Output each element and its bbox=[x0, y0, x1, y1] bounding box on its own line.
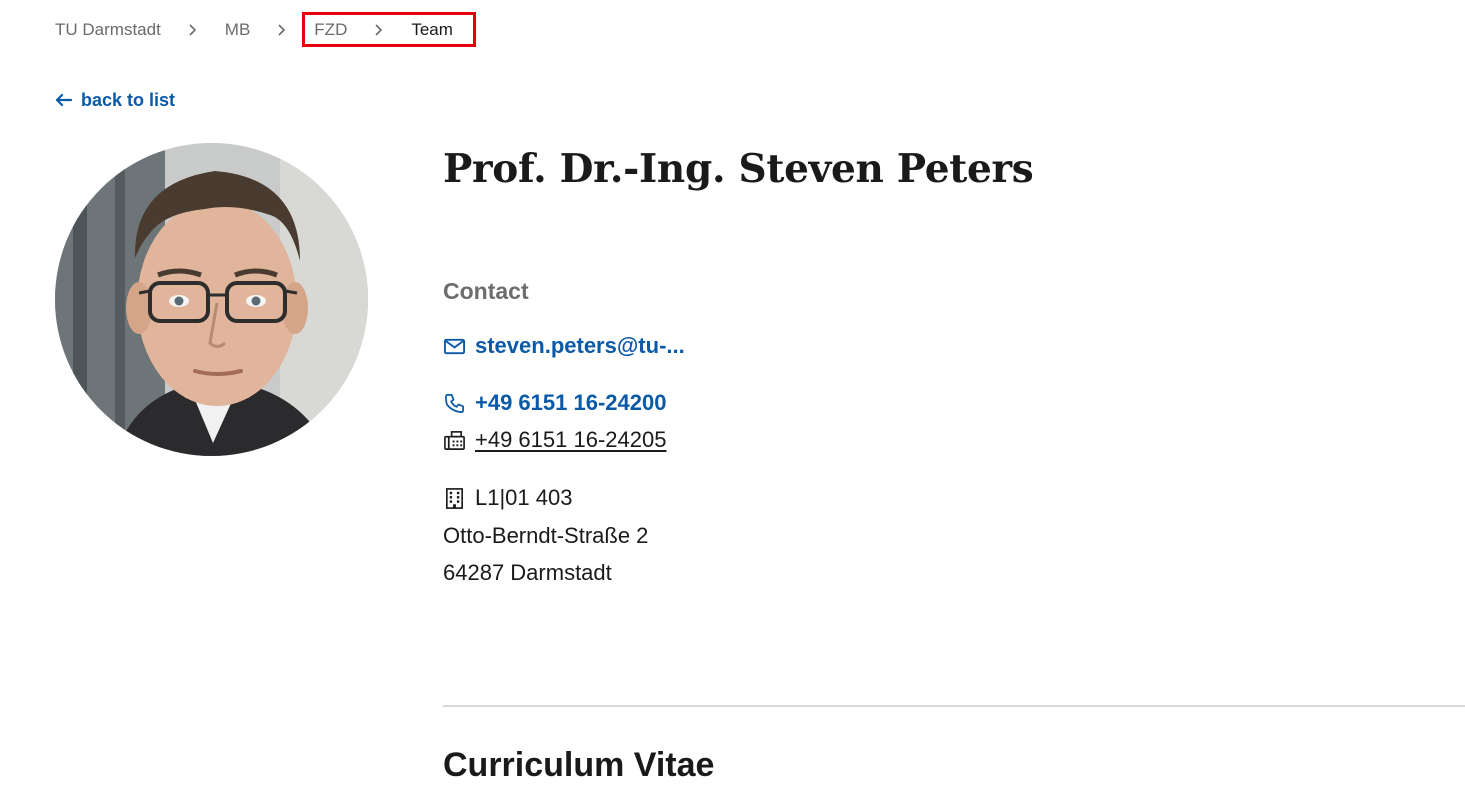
room-number: L1|01 403 bbox=[475, 485, 573, 510]
chevron-right-icon bbox=[250, 24, 314, 36]
breadcrumb-item-fzd[interactable]: FZD bbox=[314, 20, 347, 40]
phone-icon bbox=[445, 393, 464, 413]
fax-row: +49 6151 16-24205 bbox=[443, 427, 666, 453]
profile-photo bbox=[55, 143, 368, 456]
mail-icon bbox=[443, 338, 466, 354]
fax-icon bbox=[444, 430, 465, 450]
breadcrumb-item-team: Team bbox=[411, 20, 453, 39]
back-to-list-link[interactable]: back to list bbox=[55, 88, 175, 112]
chevron-right-icon bbox=[161, 24, 225, 36]
room-row: L1|01 403 bbox=[443, 485, 572, 511]
address-city: 64287 Darmstadt bbox=[443, 560, 612, 585]
breadcrumb-item-tu-darmstadt[interactable]: TU Darmstadt bbox=[55, 20, 161, 40]
phone-link[interactable]: +49 6151 16-24200 bbox=[475, 390, 666, 416]
curriculum-vitae-heading: Curriculum Vitae bbox=[443, 746, 715, 784]
phone-row: +49 6151 16-24200 bbox=[443, 390, 666, 416]
arrow-left-icon bbox=[55, 93, 72, 107]
fax-link[interactable]: +49 6151 16-24205 bbox=[475, 427, 666, 453]
back-link-label: back to list bbox=[81, 89, 176, 110]
breadcrumb-item-mb[interactable]: MB bbox=[225, 20, 251, 40]
email-row: steven.peters@tu-... bbox=[443, 333, 685, 359]
chevron-right-icon bbox=[347, 24, 411, 36]
email-link[interactable]: steven.peters@tu-... bbox=[475, 333, 685, 359]
profile-name: Prof. Dr.-Ing. Steven Peters bbox=[443, 146, 1034, 192]
address-street: Otto-Berndt-Straße 2 bbox=[443, 523, 649, 548]
profile-page: TU Darmstadt MB FZD Team back to list Pr… bbox=[0, 0, 1465, 787]
building-icon bbox=[446, 487, 463, 509]
contact-heading: Contact bbox=[443, 278, 529, 304]
section-divider bbox=[443, 705, 1465, 707]
breadcrumb: TU Darmstadt MB FZD Team bbox=[55, 18, 453, 42]
